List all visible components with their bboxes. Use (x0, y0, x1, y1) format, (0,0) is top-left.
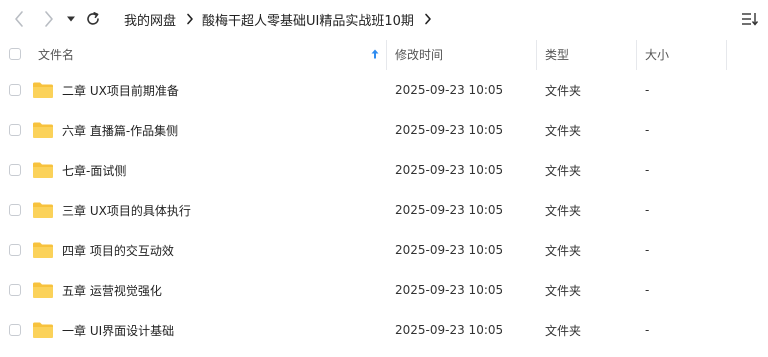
file-size: - (645, 163, 650, 177)
file-name[interactable]: 一章 UI界面设计基础 (62, 310, 174, 350)
top-navigation-bar: 我的网盘 酸梅干超人零基础UI精品实战班10期 (0, 0, 768, 38)
modified-time: 2025-09-23 10:05 (395, 163, 504, 177)
chevron-right-icon (425, 13, 431, 25)
modified-time: 2025-09-23 10:05 (395, 203, 504, 217)
row-checkbox[interactable] (9, 164, 21, 176)
folder-icon (33, 282, 53, 298)
file-type: 文件夹 (545, 323, 582, 338)
table-row[interactable]: 一章 UI界面设计基础 2025-09-23 10:05 文件夹 - (0, 310, 768, 350)
file-name[interactable]: 六章 直播篇-作品集侧 (62, 110, 178, 150)
folder-icon (33, 202, 53, 218)
breadcrumb-separator[interactable] (424, 13, 432, 25)
file-type: 文件夹 (545, 283, 582, 298)
select-all-checkbox[interactable] (9, 48, 21, 60)
file-name[interactable]: 七章-面试侧 (62, 150, 126, 190)
header-modified[interactable]: 修改时间 (395, 38, 443, 70)
file-size: - (645, 123, 650, 137)
column-divider[interactable] (386, 40, 387, 70)
folder-icon (33, 162, 53, 178)
view-mode-button[interactable] (740, 9, 760, 29)
breadcrumb: 我的网盘 酸梅干超人零基础UI精品实战班10期 (124, 9, 440, 29)
file-type: 文件夹 (545, 123, 582, 138)
breadcrumb-root[interactable]: 我的网盘 (124, 10, 176, 29)
header-size[interactable]: 大小 (645, 38, 669, 70)
file-name[interactable]: 五章 运营视觉强化 (62, 270, 162, 310)
sort-up-arrow-icon (371, 49, 379, 59)
modified-time: 2025-09-23 10:05 (395, 243, 504, 257)
back-button[interactable] (8, 8, 30, 30)
chevron-left-icon (15, 11, 23, 27)
file-name[interactable]: 三章 UX项目的具体执行 (62, 190, 191, 230)
forward-button[interactable] (38, 8, 60, 30)
table-row[interactable]: 五章 运营视觉强化 2025-09-23 10:05 文件夹 - (0, 270, 768, 310)
row-checkbox[interactable] (9, 124, 21, 136)
column-divider[interactable] (536, 40, 537, 70)
file-name[interactable]: 四章 项目的交互动效 (62, 230, 174, 270)
modified-time: 2025-09-23 10:05 (395, 123, 504, 137)
list-sort-icon (742, 13, 759, 26)
chevron-right-icon (187, 13, 193, 25)
folder-icon (33, 82, 53, 98)
row-checkbox[interactable] (9, 84, 21, 96)
table-row[interactable]: 三章 UX项目的具体执行 2025-09-23 10:05 文件夹 - (0, 190, 768, 230)
file-size: - (645, 243, 650, 257)
folder-icon (33, 122, 53, 138)
file-type: 文件夹 (545, 83, 582, 98)
file-size: - (645, 283, 650, 297)
modified-time: 2025-09-23 10:05 (395, 283, 504, 297)
sort-indicator[interactable] (371, 38, 379, 70)
refresh-button[interactable] (83, 8, 103, 30)
row-checkbox[interactable] (9, 244, 21, 256)
history-dropdown-button[interactable] (64, 8, 78, 30)
select-all-checkbox-cell[interactable] (9, 38, 21, 70)
chevron-right-icon (45, 11, 53, 27)
file-size: - (645, 83, 650, 97)
file-size: - (645, 203, 650, 217)
refresh-icon (87, 12, 99, 25)
row-checkbox[interactable] (9, 284, 21, 296)
breadcrumb-separator (186, 13, 194, 25)
modified-time: 2025-09-23 10:05 (395, 323, 504, 337)
modified-time: 2025-09-23 10:05 (395, 83, 504, 97)
file-type: 文件夹 (545, 243, 582, 258)
file-size: - (645, 323, 650, 337)
folder-icon (33, 242, 53, 258)
table-row[interactable]: 七章-面试侧 2025-09-23 10:05 文件夹 - (0, 150, 768, 190)
row-checkbox[interactable] (9, 204, 21, 216)
row-checkbox[interactable] (9, 324, 21, 336)
table-row[interactable]: 四章 项目的交互动效 2025-09-23 10:05 文件夹 - (0, 230, 768, 270)
header-name[interactable]: 文件名 (38, 38, 74, 70)
column-divider[interactable] (636, 40, 637, 70)
column-divider[interactable] (726, 40, 727, 70)
file-name[interactable]: 二章 UX项目前期准备 (62, 70, 179, 110)
header-type[interactable]: 类型 (545, 38, 569, 70)
file-type: 文件夹 (545, 163, 582, 178)
caret-down-icon (67, 16, 75, 22)
table-header: 文件名 修改时间 类型 大小 (0, 38, 768, 70)
breadcrumb-current[interactable]: 酸梅干超人零基础UI精品实战班10期 (202, 10, 414, 29)
folder-icon (33, 322, 53, 338)
file-type: 文件夹 (545, 203, 582, 218)
table-row[interactable]: 二章 UX项目前期准备 2025-09-23 10:05 文件夹 - (0, 70, 768, 110)
table-row[interactable]: 六章 直播篇-作品集侧 2025-09-23 10:05 文件夹 - (0, 110, 768, 150)
